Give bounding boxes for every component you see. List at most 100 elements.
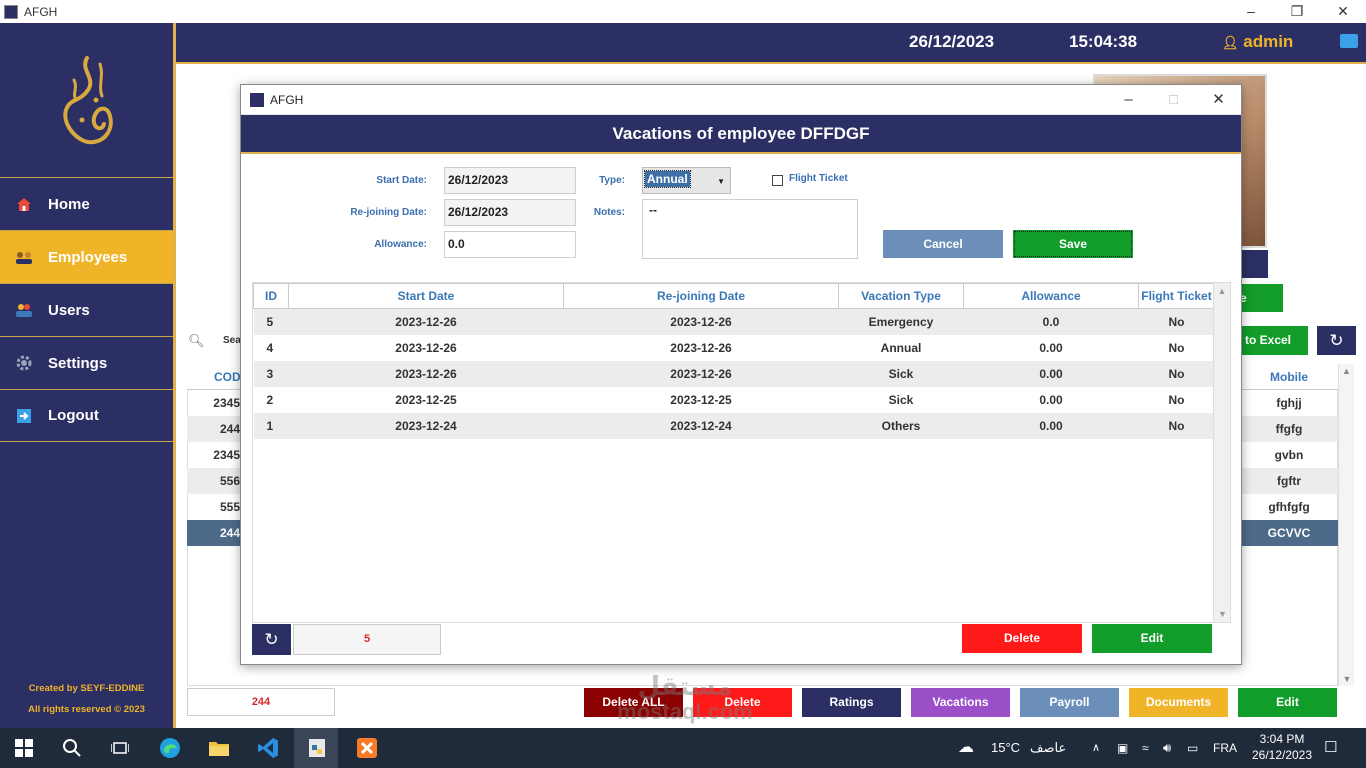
home-icon — [14, 194, 34, 214]
column-header-vacation-type[interactable]: Vacation Type — [838, 283, 964, 309]
close-icon[interactable]: ✕ — [1196, 85, 1241, 115]
payroll-button[interactable]: Payroll — [1020, 688, 1119, 717]
weather-icon[interactable]: ☁︎ — [958, 728, 974, 768]
sidebar-item-label: Users — [48, 301, 90, 319]
file-explorer-icon[interactable] — [207, 736, 231, 760]
table-row[interactable]: 4 2023-12-26 2023-12-26 Annual 0.00 No — [254, 335, 1215, 361]
language-indicator[interactable]: FRA — [1213, 728, 1237, 768]
windows-start-icon[interactable] — [12, 736, 36, 760]
taskbar-clock[interactable]: 3:04 PM 26/12/2023 — [1248, 731, 1316, 763]
sidebar-item-logout[interactable]: Logout — [0, 389, 173, 442]
table-cell[interactable]: 555 — [187, 494, 242, 520]
table-cell: 4 — [266, 340, 274, 355]
scroll-down-icon[interactable]: ▼ — [1339, 674, 1355, 684]
cancel-button[interactable]: Cancel — [883, 230, 1003, 258]
maximize-icon: □ — [1168, 91, 1179, 108]
minimize-icon[interactable]: – — [1228, 0, 1274, 23]
type-select[interactable]: Annual ▼ — [642, 167, 731, 194]
table-cell: 0.00 — [1039, 340, 1063, 355]
table-cell[interactable]: 244 — [187, 416, 242, 442]
photo-action-button[interactable] — [1240, 250, 1268, 278]
table-row[interactable]: 1 2023-12-24 2023-12-24 Others 0.00 No — [253, 412, 1215, 439]
table-cell[interactable]: 556 — [187, 468, 242, 494]
table-cell[interactable]: gvbn — [1240, 442, 1338, 468]
save-button[interactable]: Save — [1013, 230, 1133, 258]
table-cell: 0.00 — [963, 360, 1139, 387]
refresh-icon[interactable]: ↻ — [252, 624, 291, 655]
sidebar-divider — [173, 23, 176, 728]
network-icon[interactable]: ▣ — [1117, 728, 1128, 768]
employees-scrollbar[interactable]: ▲ ▼ — [1338, 364, 1354, 686]
delete-vacation-button[interactable]: Delete — [962, 624, 1082, 653]
sidebar-item-employees[interactable]: Employees — [0, 230, 173, 283]
sidebar-item-users[interactable]: Users — [0, 283, 173, 336]
vacations-dialog: AFGH – □ ✕ Vacations of employee DFFDGF … — [240, 84, 1242, 665]
table-cell: No — [1138, 360, 1215, 387]
scroll-down-icon[interactable]: ▼ — [1214, 609, 1230, 619]
search-icon[interactable] — [60, 736, 84, 760]
vacations-button[interactable]: Vacations — [911, 688, 1010, 717]
mail-icon[interactable] — [1340, 34, 1358, 48]
rejoin-date-field[interactable]: 26/12/2023 — [444, 199, 576, 226]
vscode-icon[interactable] — [256, 736, 280, 760]
edit-employee-button[interactable]: Edit — [1238, 688, 1337, 717]
vacations-grid: ID Start Date Re-joining Date Vacation T… — [253, 283, 1215, 439]
app-icon — [250, 92, 264, 107]
minimize-icon[interactable]: – — [1106, 85, 1151, 115]
window-title: AFGH — [24, 4, 58, 19]
wifi-icon[interactable]: ≈ — [1142, 728, 1149, 768]
table-cell-selected[interactable]: 244 — [187, 520, 242, 546]
user-name: admin — [1243, 32, 1294, 51]
table-cell[interactable]: fghjj — [1240, 390, 1338, 416]
vacations-scrollbar[interactable]: ▲ ▼ — [1213, 283, 1230, 622]
close-icon[interactable]: ✕ — [1320, 0, 1366, 23]
table-row[interactable]: 5 2023-12-26 2023-12-26 Emergency 0.0 No — [253, 308, 1215, 335]
ratings-button[interactable]: Ratings — [802, 688, 901, 717]
column-header-start-date[interactable]: Start Date — [288, 283, 564, 309]
export-excel-button[interactable]: to Excel — [1240, 326, 1308, 355]
sidebar-item-settings[interactable]: Settings — [0, 336, 173, 389]
save-employee-button[interactable]: e — [1238, 284, 1283, 312]
notes-textarea[interactable]: -- — [642, 199, 858, 259]
table-cell[interactable]: fgftr — [1240, 468, 1338, 494]
python-app-icon[interactable] — [305, 736, 329, 760]
table-cell[interactable]: 2345 — [187, 442, 242, 468]
flight-ticket-checkbox[interactable] — [772, 175, 783, 186]
table-row[interactable]: 3 2023-12-26 2023-12-26 Sick 0.00 No — [253, 360, 1215, 387]
column-header-flight-ticket[interactable]: Flight Ticket — [1138, 283, 1215, 309]
sidebar-item-home[interactable]: Home — [0, 177, 173, 230]
volume-icon[interactable]: 🔊︎ — [1163, 728, 1171, 768]
allowance-field[interactable]: 0.0 — [444, 231, 576, 258]
user-icon: 👤︎ — [1222, 35, 1239, 50]
scroll-up-icon[interactable]: ▲ — [1339, 366, 1354, 376]
chevron-down-icon: ▼ — [717, 177, 725, 186]
table-row[interactable]: 2 2023-12-25 2023-12-25 Sick 0.00 No — [254, 387, 1215, 413]
refresh-icon[interactable]: ↻ — [1317, 326, 1356, 355]
battery-icon[interactable]: ▭ — [1187, 728, 1198, 768]
documents-button[interactable]: Documents — [1129, 688, 1228, 717]
start-date-field[interactable]: 26/12/2023 — [444, 167, 576, 194]
column-header-allowance[interactable]: Allowance — [963, 283, 1139, 309]
restore-icon[interactable]: ❐ — [1274, 0, 1320, 23]
table-cell[interactable]: ffgfg — [1240, 416, 1338, 442]
table-cell[interactable]: gfhfgfg — [1240, 494, 1338, 520]
table-cell-selected[interactable]: GCVVC — [1240, 520, 1338, 546]
xampp-icon[interactable] — [355, 736, 379, 760]
table-cell[interactable]: 2345 — [187, 390, 242, 416]
header-user[interactable]: 👤︎ admin — [1222, 32, 1293, 52]
edit-vacation-button[interactable]: Edit — [1092, 624, 1212, 653]
notification-icon[interactable]: ☐ — [1324, 728, 1337, 768]
column-header-mobile[interactable]: Mobile — [1240, 364, 1338, 390]
scroll-up-icon[interactable]: ▲ — [1214, 286, 1230, 296]
sidebar-footer: Created by SEYF-EDDINE All rights reserv… — [0, 678, 173, 720]
table-cell: Sick — [888, 392, 914, 407]
column-header-id[interactable]: ID — [253, 283, 289, 309]
edge-browser-icon[interactable] — [158, 736, 182, 760]
table-cell: 3 — [253, 360, 289, 387]
column-header-code[interactable]: COD — [187, 364, 242, 390]
chevron-up-icon[interactable]: ∧ — [1092, 728, 1100, 768]
column-header-rejoin-date[interactable]: Re-joining Date — [563, 283, 839, 309]
notes-label: Notes: — [593, 207, 625, 218]
table-cell: 0.00 — [963, 412, 1139, 439]
task-view-icon[interactable] — [108, 736, 132, 760]
